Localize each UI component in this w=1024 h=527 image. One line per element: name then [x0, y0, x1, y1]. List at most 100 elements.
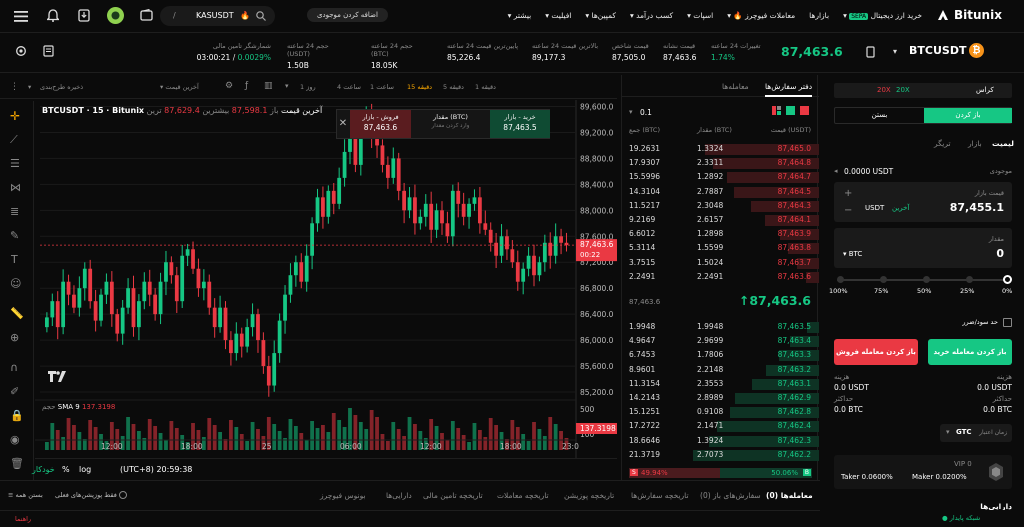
chevron-down-icon[interactable]: ▾	[629, 108, 633, 116]
settings-icon[interactable]	[15, 45, 27, 59]
close-all-link[interactable]: ≡ بستن همه	[8, 491, 43, 499]
price-latest-tag[interactable]: آخرین	[892, 204, 909, 212]
pencil-lock-icon[interactable]: ✐	[10, 385, 19, 398]
book-view-toggle[interactable]	[772, 106, 809, 115]
tab-order-history[interactable]: تاریخچه سفارش‌ها	[631, 491, 689, 500]
interval-more[interactable]: ▾	[285, 82, 289, 90]
slider-label-25[interactable]: 25%	[960, 287, 974, 295]
time-in-force-select[interactable]: ▾ GTC زمان اعتبار	[940, 424, 1012, 442]
menu-item-affiliate[interactable]: افیلیت ▾	[545, 11, 571, 20]
leverage-long[interactable]: 20X	[877, 86, 891, 94]
pattern-icon[interactable]: ⋈	[10, 181, 21, 194]
last-price-selector[interactable]: ▾ آخرین قیمت	[160, 83, 199, 91]
tab-positions[interactable]: معامله‌ها (0)	[766, 491, 813, 500]
ask-row[interactable]: 19.2631 1.3324 87,465.0	[622, 143, 819, 156]
hide-other-label[interactable]: فقط پوزیشن‌های فعلی	[55, 491, 127, 499]
gear-icon[interactable]: ⚙	[225, 81, 233, 91]
slider-label-0[interactable]: 0%	[1002, 287, 1012, 295]
bell-icon[interactable]	[45, 9, 61, 24]
ask-row[interactable]: 15.5996 1.2892 87,464.7	[622, 171, 819, 184]
quantity-field[interactable]: مقدار ▾ BTC 0	[834, 228, 1012, 268]
wallet-icon[interactable]	[140, 8, 153, 23]
tab-futures-bonus[interactable]: بونوس فیوچرز	[320, 491, 366, 500]
trash-icon[interactable]: 🗑	[10, 457, 24, 470]
bid-row[interactable]: 18.6646 1.3924 87,462.3	[622, 435, 819, 448]
download-icon[interactable]	[78, 9, 90, 24]
emoji-icon[interactable]: ☺	[10, 277, 21, 290]
slider-label-75[interactable]: 75%	[874, 287, 888, 295]
tab-funding-history[interactable]: تاریخچه تامین مالی	[423, 491, 483, 500]
search-icon[interactable]	[256, 11, 266, 21]
ask-row[interactable]: 17.9307 2.3311 87,464.8	[622, 157, 819, 170]
ruler-icon[interactable]: 📏	[10, 307, 24, 320]
both-sides-icon[interactable]	[772, 106, 781, 115]
timezone-clock[interactable]: (UTC+8) 20:59:38	[120, 465, 192, 474]
price-step-select[interactable]: 0.1	[640, 108, 652, 117]
indicators-icon[interactable]: ƒ	[245, 81, 248, 91]
bid-row[interactable]: 4.9647 2.9699 87,463.4	[622, 335, 819, 348]
menu-item-more[interactable]: بیشتر ▾	[508, 11, 532, 20]
margin-mode[interactable]: کراس	[976, 86, 994, 94]
crosshair-icon[interactable]: ✛	[10, 109, 20, 123]
tab-orderbook[interactable]: دفتر سفارش‌ها	[765, 82, 813, 97]
slider-label-50[interactable]: 50%	[917, 287, 931, 295]
screenshot-label[interactable]: ▾	[28, 83, 31, 91]
ask-row[interactable]: 6.6012 1.2898 87,463.9	[622, 228, 819, 241]
avatar[interactable]	[107, 7, 124, 24]
menu-item-markets[interactable]: بازارها	[809, 11, 829, 20]
search-box[interactable]: / KASUSDT 🔥	[160, 6, 275, 26]
interval-1h[interactable]: 1 ساعت	[370, 83, 394, 91]
open-short-button[interactable]: باز کردن معامله فروش	[834, 339, 918, 365]
asks-only-icon[interactable]	[800, 106, 809, 115]
qty-slider[interactable]: 100% 75% 50% 25% 0%	[829, 275, 1012, 297]
search-input[interactable]: KASUSDT	[196, 11, 234, 20]
auto-toggle[interactable]: خودکار	[32, 465, 55, 474]
bid-row[interactable]: 11.3154 2.3553 87,463.1	[622, 378, 819, 391]
magnet-icon[interactable]: ∩	[10, 361, 18, 374]
lock-icon[interactable]: 🔒	[10, 409, 24, 422]
bid-row[interactable]: 15.1251 0.9108 87,462.8	[622, 406, 819, 419]
bid-row[interactable]: 21.3719 2.7073 87,462.2	[622, 449, 819, 462]
bid-row[interactable]: 17.2722 2.1471 87,462.4	[622, 420, 819, 433]
tab-limit[interactable]: لیمیت	[992, 139, 1014, 148]
quick-sell-button[interactable]: فروش - بازار 87,463.6	[350, 110, 411, 138]
quick-qty-field[interactable]: مقدار (BTC) وارد کردن مقدار	[412, 110, 489, 138]
text-icon[interactable]: T	[11, 253, 18, 266]
tab-trade-history[interactable]: تاریخچه معاملات	[497, 491, 549, 500]
bid-row[interactable]: 14.2143 2.8989 87,462.9	[622, 392, 819, 405]
bid-row[interactable]: 1.9948 1.9948 87,463.5	[622, 321, 819, 334]
tab-trigger[interactable]: تریگر	[934, 139, 951, 148]
symbol-name[interactable]: BTCUSDT	[909, 44, 966, 57]
support-link[interactable]: راهنما	[15, 515, 31, 523]
eye-icon[interactable]: ◉	[10, 433, 20, 446]
chevron-down-icon[interactable]: ▾	[893, 47, 897, 56]
qty-unit[interactable]: ▾ BTC	[843, 250, 862, 258]
close-icon[interactable]: ✕	[337, 110, 349, 138]
bids-only-icon[interactable]	[786, 106, 795, 115]
ask-row[interactable]: 11.5217 2.3048 87,464.3	[622, 200, 819, 213]
ask-row[interactable]: 3.7515 1.5024 87,463.7	[622, 257, 819, 270]
copy-icon[interactable]	[866, 46, 875, 60]
zoom-icon[interactable]: ⊕	[10, 331, 19, 344]
candle-type-icon[interactable]: ▥	[264, 81, 273, 91]
menu-item-spot[interactable]: اسپات ▾	[687, 11, 713, 20]
deposit-button[interactable]: اضافه کردن موجودی	[307, 8, 388, 22]
interval-15m[interactable]: 15 دقیقه	[407, 83, 432, 91]
menu-item-futures[interactable]: معاملات فیوچرز 🔥 ▾	[727, 11, 795, 20]
menu-icon[interactable]	[14, 10, 28, 22]
brush-icon[interactable]: ✎	[10, 229, 19, 242]
interval-4h[interactable]: 4 ساعت	[337, 83, 361, 91]
tab-assets[interactable]: دارایی‌ها	[386, 491, 412, 500]
ask-row[interactable]: 9.2169 2.6157 87,464.1	[622, 214, 819, 227]
leverage-short[interactable]: 20X	[896, 86, 910, 94]
plus-icon[interactable]: +	[844, 188, 852, 199]
interval-5m[interactable]: 5 دقیقه	[443, 83, 464, 91]
trendline-icon[interactable]: ⟋	[10, 133, 18, 147]
menu-item-buy-crypto[interactable]: خرید ارز دیجیتال SEPA ▾	[843, 11, 922, 20]
notes-icon[interactable]	[43, 45, 54, 59]
ask-row[interactable]: 5.3114 1.5599 87,463.8	[622, 242, 819, 255]
quick-buy-button[interactable]: خرید - بازار 87,463.5	[490, 110, 550, 138]
chevron-double-icon[interactable]: ⋮	[10, 82, 19, 92]
price-input[interactable]: 87,455.1	[950, 201, 1004, 214]
fee-tier-card[interactable]: Taker 0.0600% Maker 0.0200% VIP 0	[834, 455, 1012, 489]
